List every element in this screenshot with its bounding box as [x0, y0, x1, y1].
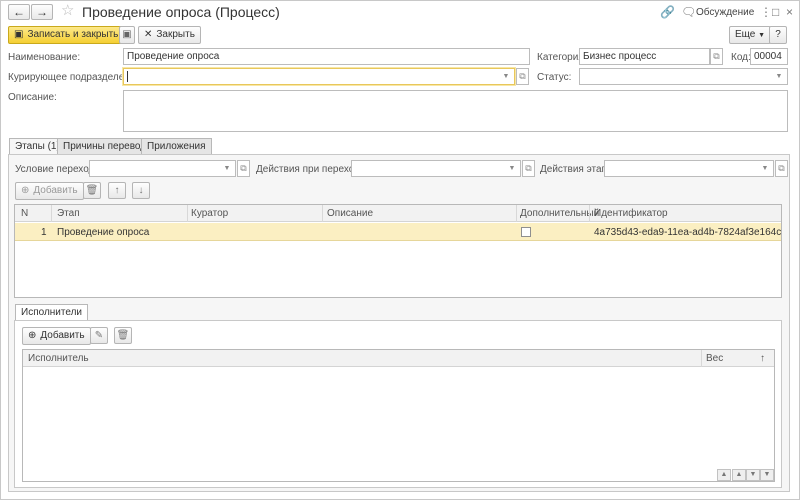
description-label: Описание: [8, 92, 57, 103]
arrow-up-icon: ↑ [114, 185, 120, 196]
column-separator [322, 205, 323, 222]
name-label: Наименование: [8, 52, 81, 63]
discussion-link[interactable]: Обсуждение [696, 7, 754, 18]
condition-field[interactable]: ▼ [89, 160, 236, 177]
column-header: Куратор [191, 208, 229, 219]
discussion-icon[interactable]: 🗨 [681, 5, 696, 19]
double-down-icon: ▼ [763, 471, 771, 478]
text-caret [127, 70, 128, 82]
code-label: Код: [731, 52, 751, 63]
edit-executor-button[interactable]: ✎ [90, 327, 108, 344]
transition-actions-field[interactable]: ▼ [351, 160, 521, 177]
dropdown-arrow-icon: ▼ [758, 32, 766, 39]
close-window-icon[interactable]: × [786, 5, 793, 19]
condition-open-button[interactable]: ⧉ [237, 160, 250, 177]
up-icon: ▲ [735, 471, 743, 478]
column-separator [516, 205, 517, 222]
table-header: Исполнитель Вес ↑ [23, 350, 774, 367]
column-header: Исполнитель [28, 353, 89, 364]
name-field[interactable]: Проведение опроса [123, 48, 530, 65]
pencil-icon: ✎ [94, 330, 104, 341]
dropdown-icon[interactable]: ▼ [221, 161, 233, 176]
dropdown-icon[interactable]: ▼ [773, 69, 785, 84]
description-field[interactable] [123, 90, 788, 132]
column-separator [589, 205, 590, 222]
column-separator [51, 205, 52, 222]
add-executor-button[interactable]: ⊕ Добавить [22, 327, 91, 345]
status-field[interactable]: ▼ [579, 68, 788, 85]
column-header: Вес [706, 353, 724, 364]
add-stage-button[interactable]: ⊕ Добавить [15, 182, 84, 200]
more-menu-icon[interactable]: ⋮ [760, 5, 772, 19]
close-icon: ✕ [144, 29, 153, 40]
column-header: N [21, 208, 29, 219]
arrow-left-icon: ← [13, 5, 25, 19]
more-button[interactable]: Еще ▼ [729, 26, 772, 44]
scroll-bottom-button[interactable]: ▼ [760, 469, 774, 481]
scroll-top-button[interactable]: ▲ [717, 469, 731, 481]
column-separator [701, 350, 702, 367]
plus-circle-icon: ⊕ [21, 185, 30, 196]
table-row[interactable]: 1 Проведение опроса 4a735d43-eda9-11ea-a… [15, 223, 781, 241]
open-icon: ⧉ [519, 71, 526, 81]
column-header: Описание [327, 208, 374, 219]
trash-icon: 🗑 [116, 330, 130, 341]
table-header: N Этап Куратор Описание Дополнительный И… [15, 205, 781, 222]
forward-button[interactable]: → [31, 4, 53, 20]
dropdown-icon[interactable]: ▼ [506, 161, 518, 176]
open-icon: ⧉ [778, 163, 785, 173]
department-open-button[interactable]: ⧉ [516, 68, 529, 85]
column-header: Идентификатор [594, 208, 668, 219]
delete-executor-button[interactable]: 🗑 [114, 327, 132, 344]
sort-arrow-icon[interactable]: ↑ [760, 353, 765, 364]
move-down-button[interactable]: ↓ [132, 182, 150, 199]
column-header: Дополнительный [520, 208, 600, 219]
arrow-down-icon: ↓ [138, 185, 144, 196]
open-icon: ⧉ [240, 163, 247, 173]
open-icon: ⧉ [713, 51, 720, 61]
plus-circle-icon: ⊕ [28, 330, 37, 341]
category-open-button[interactable]: ⧉ [710, 48, 723, 65]
link-icon[interactable]: 🔗 [660, 5, 675, 19]
stage-actions-field[interactable]: ▼ [604, 160, 774, 177]
dropdown-icon[interactable]: ▼ [500, 69, 512, 84]
stage-actions-open-button[interactable]: ⧉ [775, 160, 788, 177]
transition-actions-open-button[interactable]: ⧉ [522, 160, 535, 177]
additional-checkbox[interactable] [521, 227, 531, 237]
column-header: Этап [57, 208, 80, 219]
double-up-icon: ▲ [720, 471, 728, 478]
maximize-icon[interactable]: □ [772, 5, 779, 19]
save-button[interactable]: ▣ [119, 26, 135, 44]
stages-table[interactable]: N Этап Куратор Описание Дополнительный И… [14, 204, 782, 298]
delete-stage-button[interactable]: 🗑 [83, 182, 101, 199]
executors-table[interactable]: Исполнитель Вес ↑ ▲ ▲ ▼ ▼ [22, 349, 775, 482]
title-bar: ← → ☆ Проведение опроса (Процесс) 🔗 🗨 Об… [0, 0, 800, 24]
tab-executors[interactable]: Исполнители [15, 304, 89, 321]
arrow-right-icon: → [36, 5, 48, 19]
row-stage: Проведение опроса [57, 227, 150, 238]
category-field[interactable]: Бизнес процесс [579, 48, 710, 65]
trash-icon: 🗑 [85, 185, 99, 196]
dropdown-icon[interactable]: ▼ [759, 161, 771, 176]
move-up-button[interactable]: ↑ [108, 182, 126, 199]
status-label: Статус: [537, 72, 572, 83]
open-icon: ⧉ [525, 163, 532, 173]
scroll-down-button[interactable]: ▼ [746, 469, 760, 481]
help-button[interactable]: ? [769, 26, 787, 44]
save-and-close-button[interactable]: ▣ Записать и закрыть [8, 26, 125, 44]
window-title: Проведение опроса (Процесс) [82, 4, 280, 20]
row-identifier: 4a735d43-eda9-11ea-ad4b-7824af3e164c [594, 227, 782, 238]
back-button[interactable]: ← [8, 4, 30, 20]
close-button[interactable]: ✕ Закрыть [138, 26, 201, 44]
row-number: 1 [41, 227, 47, 238]
floppy-icon: ▣ [122, 29, 132, 40]
down-icon: ▼ [749, 471, 757, 478]
tab-attachments[interactable]: Приложения [141, 138, 212, 154]
save-icon: ▣ [14, 29, 24, 40]
scroll-up-button[interactable]: ▲ [732, 469, 746, 481]
column-separator [187, 205, 188, 222]
department-field[interactable]: ▼ [123, 68, 515, 85]
favorite-star-icon[interactable]: ☆ [61, 3, 74, 19]
code-field[interactable]: 00004 [750, 48, 788, 65]
